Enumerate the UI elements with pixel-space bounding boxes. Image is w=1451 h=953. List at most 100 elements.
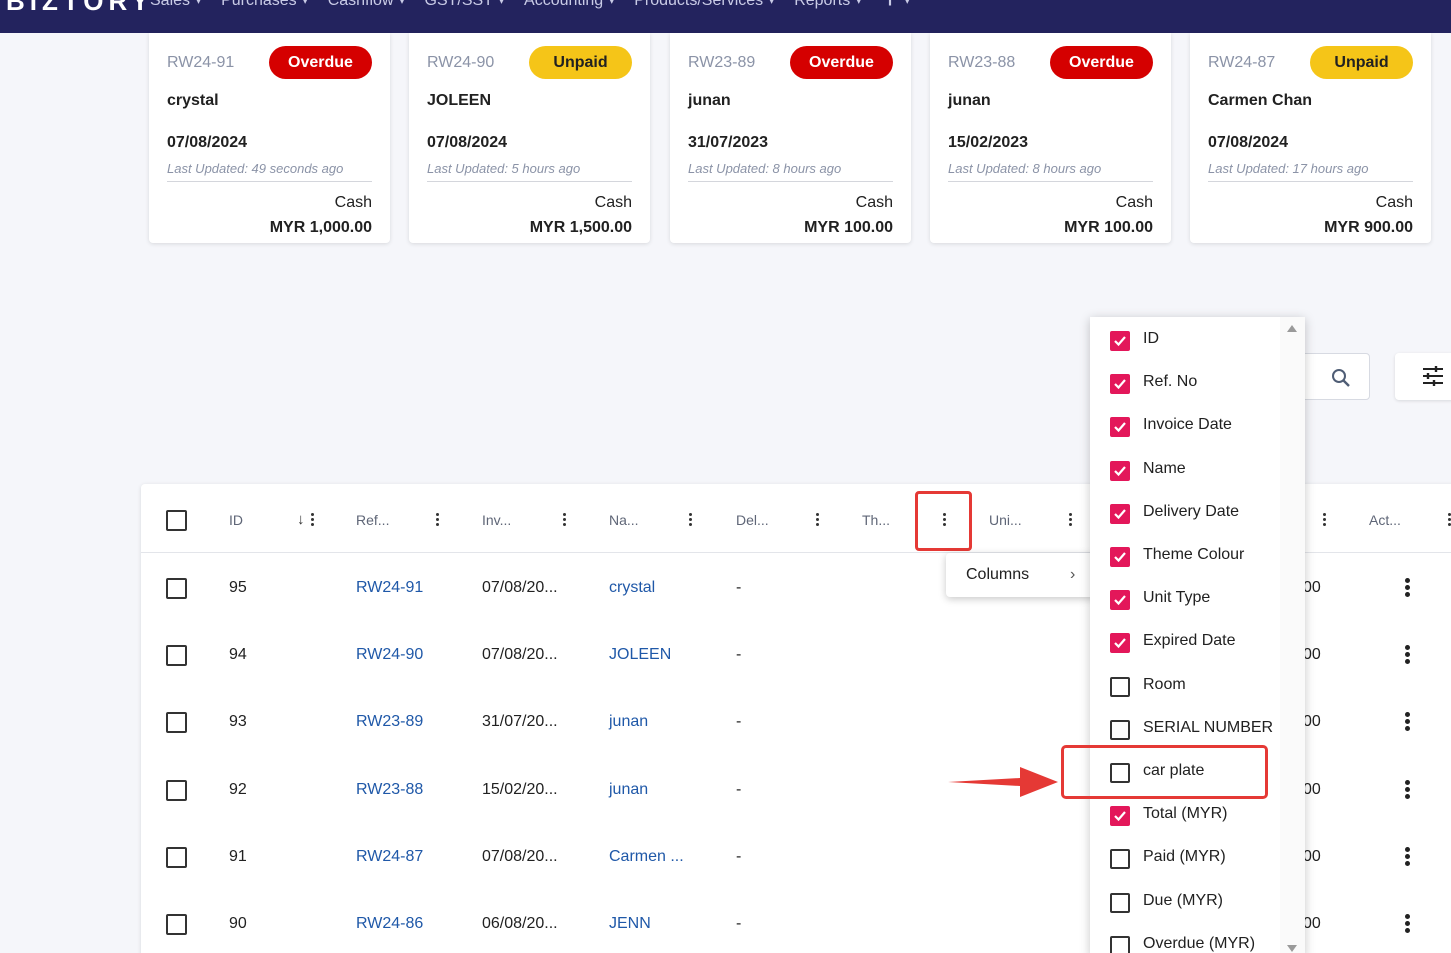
scroll-down-icon[interactable] (1287, 945, 1297, 952)
nav-add-button[interactable]: +▾ (881, 0, 910, 14)
cell-name-link[interactable]: Carmen ... (609, 848, 684, 866)
column-toggle-item[interactable]: Paid (MYR) (1090, 848, 1280, 888)
checkbox-checked[interactable] (1110, 547, 1130, 567)
column-header-unit-type[interactable]: Uni... (989, 512, 1022, 528)
cell-name-link[interactable]: crystal (609, 579, 655, 597)
checkbox-unchecked[interactable] (1110, 892, 1130, 913)
column-menu-icon[interactable] (563, 513, 567, 527)
invoice-card[interactable]: RW24-90 Unpaid JOLEEN 07/08/2024 Last Up… (409, 33, 650, 243)
row-checkbox[interactable] (166, 645, 187, 666)
column-menu-icon[interactable] (436, 513, 440, 527)
card-ref: RW23-89 (688, 54, 756, 71)
column-header-id[interactable]: ID (229, 512, 243, 528)
nav-item-cashflow[interactable]: Cashflow ▾ (328, 0, 405, 14)
checkbox-unchecked[interactable] (1110, 676, 1130, 697)
column-menu-icon[interactable] (311, 513, 315, 527)
card-customer-name: Carmen Chan (1208, 92, 1313, 109)
column-header-invoice-date[interactable]: Inv... (482, 512, 511, 528)
row-checkbox[interactable] (166, 914, 187, 935)
checkbox-checked[interactable] (1110, 331, 1130, 351)
column-toggle-item[interactable]: Overdue (MYR) (1090, 935, 1280, 953)
column-menu-icon[interactable] (689, 513, 693, 527)
column-toggle-item[interactable]: Delivery Date (1090, 503, 1280, 543)
cell-ref-link[interactable]: RW24-90 (356, 646, 423, 664)
checkbox-checked[interactable] (1110, 460, 1130, 481)
checkbox-checked[interactable] (1110, 374, 1130, 395)
select-all-checkbox[interactable] (166, 510, 187, 531)
column-toggle-item[interactable]: Name (1090, 460, 1280, 500)
invoice-card[interactable]: RW24-91 Overdue crystal 07/08/2024 Last … (149, 33, 390, 243)
nav-item-purchases[interactable]: Purchases ▾ (221, 0, 308, 14)
nav-item-sales[interactable]: Sales ▾ (150, 0, 201, 14)
cell-name-link[interactable]: JOLEEN (609, 646, 671, 664)
column-header-actions[interactable]: Act... (1369, 512, 1401, 528)
nav-item-gst-sst[interactable]: GST/SST ▾ (425, 0, 504, 14)
column-context-menu[interactable]: Columns › (946, 553, 1096, 597)
row-checkbox[interactable] (166, 578, 187, 599)
cell-invoice-date: 15/02/20... (482, 781, 558, 798)
row-actions-icon[interactable] (1405, 712, 1410, 732)
checkbox-unchecked[interactable] (1110, 849, 1130, 870)
column-toggle-item[interactable]: Total (MYR) (1090, 805, 1280, 845)
brand-logo[interactable]: BIZTORY (6, 0, 154, 17)
checkbox-checked[interactable] (1110, 503, 1130, 524)
nav-item-products-services[interactable]: Products/Services ▾ (634, 0, 774, 14)
search-icon[interactable] (1331, 368, 1351, 393)
invoice-card[interactable]: RW23-89 Overdue junan 31/07/2023 Last Up… (670, 33, 911, 243)
nav-item-reports[interactable]: Reports ▾ (794, 0, 861, 14)
column-toggle-item[interactable]: Ref. No (1090, 373, 1280, 413)
invoice-card[interactable]: RW23-88 Overdue junan 15/02/2023 Last Up… (930, 33, 1171, 243)
sort-desc-icon[interactable]: ↓ (297, 511, 305, 528)
checkbox-checked[interactable] (1110, 590, 1130, 611)
column-menu-icon[interactable] (816, 513, 820, 527)
row-actions-icon[interactable] (1405, 914, 1410, 934)
column-toggle-item[interactable]: Unit Type (1090, 589, 1280, 629)
status-badge: Unpaid (529, 46, 632, 79)
menu-item-columns[interactable]: Columns (966, 566, 1029, 584)
cell-id: 91 (229, 848, 247, 865)
column-menu-icon[interactable] (1323, 513, 1327, 527)
column-header-delivery-date[interactable]: Del... (736, 512, 769, 528)
nav-menu: Sales ▾ Purchases ▾ Cashflow ▾ GST/SST ▾ Acc… (150, 0, 910, 14)
column-header-theme-colour[interactable]: Th... (862, 512, 890, 528)
cell-ref-link[interactable]: RW23-88 (356, 781, 423, 799)
filter-button[interactable] (1395, 353, 1451, 400)
nav-item-accounting[interactable]: Accounting ▾ (524, 0, 614, 14)
row-actions-icon[interactable] (1405, 578, 1410, 598)
column-toggle-item[interactable]: Invoice Date (1090, 416, 1280, 456)
column-toggle-item[interactable]: ID (1090, 330, 1280, 370)
cell-name-link[interactable]: junan (609, 781, 648, 799)
checkbox-checked[interactable] (1110, 417, 1130, 438)
cell-name-link[interactable]: JENN (609, 915, 651, 933)
column-menu-icon[interactable] (1069, 513, 1073, 527)
check-icon (1114, 552, 1126, 563)
cell-name-link[interactable]: junan (609, 713, 648, 731)
row-actions-icon[interactable] (1405, 847, 1410, 867)
column-header-name[interactable]: Na... (609, 512, 639, 528)
checkbox-unchecked[interactable] (1110, 935, 1130, 953)
row-actions-icon[interactable] (1405, 645, 1410, 665)
cell-ref-link[interactable]: RW24-86 (356, 915, 423, 933)
checkbox-checked[interactable] (1110, 806, 1130, 827)
column-header-ref[interactable]: Ref... (356, 512, 389, 528)
cell-ref-link[interactable]: RW23-89 (356, 713, 423, 731)
scroll-up-icon[interactable] (1287, 325, 1297, 332)
row-checkbox[interactable] (166, 780, 187, 801)
cell-ref-link[interactable]: RW24-87 (356, 848, 423, 866)
cell-ref-link[interactable]: RW24-91 (356, 579, 423, 597)
checkbox-checked[interactable] (1110, 633, 1130, 654)
column-toggle-item[interactable]: Theme Colour (1090, 546, 1280, 586)
status-badge: Overdue (269, 46, 372, 79)
column-toggle-item[interactable]: Due (MYR) (1090, 892, 1280, 932)
checkbox-unchecked[interactable] (1110, 719, 1130, 740)
chevron-down-icon: ▾ (856, 0, 862, 7)
row-checkbox[interactable] (166, 847, 187, 868)
scrollbar[interactable] (1280, 317, 1305, 953)
row-checkbox[interactable] (166, 712, 187, 733)
row-actions-icon[interactable] (1405, 780, 1410, 800)
column-toggle-item[interactable]: Expired Date (1090, 632, 1280, 672)
column-toggle-item[interactable]: Room (1090, 676, 1280, 716)
invoice-card[interactable]: RW24-87 Unpaid Carmen Chan 07/08/2024 La… (1190, 33, 1431, 243)
cell-delivery-date: - (736, 713, 742, 730)
cell-total: 00 (1303, 781, 1321, 798)
